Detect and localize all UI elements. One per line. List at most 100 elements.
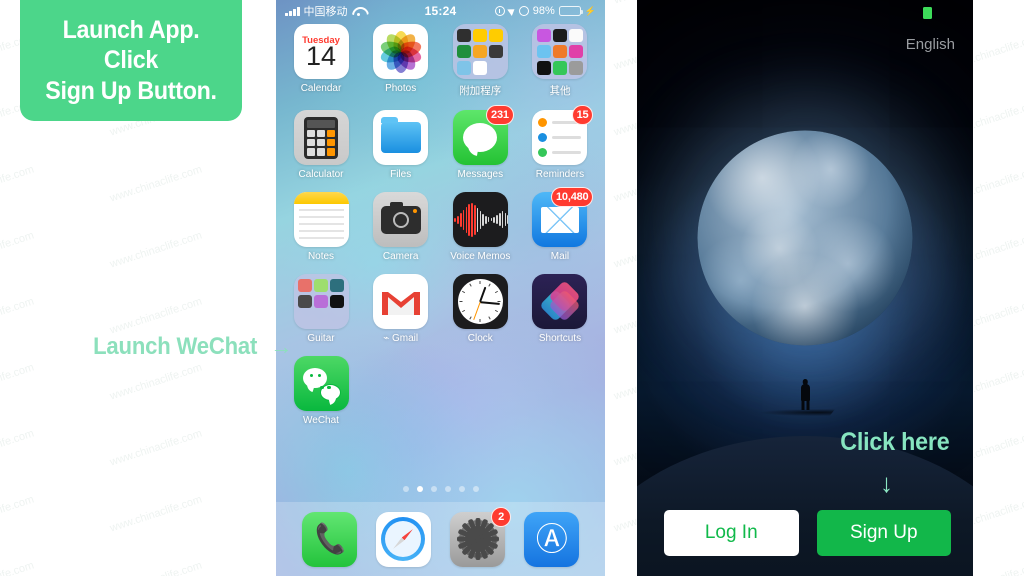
app-label: 附加程序 [459, 85, 502, 97]
app-label: Clock [467, 333, 493, 344]
app-clock[interactable]: Clock [449, 274, 511, 344]
sign-up-button[interactable]: Sign Up [816, 510, 951, 556]
person-shadow [757, 409, 836, 416]
watermark-text: www.chinaclife.com [108, 163, 204, 205]
app-folder-others[interactable]: 其他 [529, 24, 591, 98]
app-calendar[interactable]: Tuesday 14 Calendar [290, 24, 352, 98]
app-folder-extras[interactable]: 附加程序 [449, 24, 511, 98]
page-dot[interactable] [472, 486, 479, 492]
app-calculator[interactable]: Calculator [290, 110, 352, 180]
app-label: Camera [382, 251, 419, 262]
watermark-text: www.chinaclife.com [0, 559, 35, 576]
watermark-text: www.chinaclife.com [0, 493, 36, 535]
app-welcome-screen: English Click here ↓ Log In Sign Up [637, 0, 973, 576]
instruction-callout: Launch App. Click Sign Up Button. [20, 0, 242, 121]
app-messages[interactable]: 231 Messages [449, 105, 514, 180]
page-dot[interactable] [444, 486, 451, 492]
notes-icon [293, 192, 349, 247]
app-label: Messages [457, 169, 504, 180]
folder-icon [452, 24, 508, 79]
files-icon [373, 110, 429, 165]
right-arrow-icon: → [270, 334, 293, 359]
launch-wechat-annotation: Launch WeChat → [86, 333, 292, 361]
page-indicator-dots[interactable] [276, 486, 605, 492]
app-label: Notes [307, 251, 335, 262]
alarm-clock-icon [518, 6, 529, 16]
app-label: Voice Memos [450, 251, 511, 262]
app-reminders[interactable]: 15 Reminders [529, 105, 594, 180]
dock-app-settings[interactable]: 2 [450, 506, 512, 567]
instruction-line-1: Launch App. Click [62, 15, 200, 75]
watermark-text: www.chinaclife.com [108, 559, 203, 576]
dock-app-safari[interactable] [375, 511, 431, 567]
clock-icon [452, 274, 508, 329]
app-files[interactable]: Files [370, 110, 432, 180]
battery-icon [558, 6, 583, 16]
app-label: Mail [550, 251, 570, 262]
watermark-text: www.chinaclife.com [108, 493, 204, 535]
app-row: Notes Camera Voice Memos 10,480 Mail [290, 187, 594, 262]
click-here-annotation: Click here [840, 428, 950, 456]
app-store-icon: Ⓐ [524, 511, 580, 567]
watermark-text: www.chinaclife.com [108, 229, 204, 271]
app-label: Guitar [307, 333, 335, 344]
phone-home-screen: 中国移动 15:24 98% ⚡ Tuesday 14 Calendar Pho… [276, 0, 605, 576]
folder-icon [293, 274, 349, 329]
shortcuts-icon [532, 274, 588, 329]
page-dot[interactable] [416, 486, 423, 492]
watermark-text: www.chinaclife.com [108, 427, 204, 469]
dock-app-phone[interactable]: 📞 [301, 511, 357, 567]
auth-button-row: Log In Sign Up [664, 510, 951, 556]
voice-memos-icon [452, 192, 508, 247]
down-arrow-icon: ↓ [880, 468, 893, 498]
app-mail[interactable]: 10,480 Mail [529, 187, 594, 262]
app-grid: Tuesday 14 Calendar Photos 附加程序 其他 Calcu… [276, 24, 605, 438]
app-label-text: Gmail [392, 333, 419, 344]
gmail-glyph [381, 291, 420, 315]
app-label: ⌁ Gmail [383, 333, 418, 344]
app-label: Reminders [535, 169, 585, 180]
badge-count: 10,480 [551, 187, 594, 207]
watermark-text: www.chinaclife.com [0, 427, 36, 469]
app-label: Calculator [298, 169, 344, 180]
app-camera[interactable]: Camera [370, 192, 432, 262]
app-empty-slot [529, 356, 591, 426]
page-dot[interactable] [458, 486, 465, 492]
folder-icon [532, 24, 588, 79]
watermark-text: www.chinaclife.com [0, 361, 36, 403]
calculator-icon [293, 110, 349, 165]
badge-count: 15 [571, 105, 594, 125]
app-gmail[interactable]: ⌁ Gmail [370, 274, 432, 344]
battery-percent-label: 98% [532, 5, 555, 17]
watermark-text: www.chinaclife.com [108, 295, 204, 337]
safari-icon [375, 511, 431, 567]
badge-count: 231 [486, 105, 514, 125]
app-voice-memos[interactable]: Voice Memos [449, 192, 511, 262]
instruction-line-2: Sign Up Button. [45, 76, 217, 105]
app-label: WeChat [303, 415, 339, 426]
watermark-text: www.chinaclife.com [108, 361, 204, 403]
app-notes[interactable]: Notes [290, 192, 352, 262]
app-wechat[interactable]: WeChat [290, 356, 352, 426]
app-shortcuts[interactable]: Shortcuts [529, 274, 591, 344]
badge-count: 2 [491, 506, 512, 527]
app-photos[interactable]: Photos [370, 24, 432, 98]
log-in-button[interactable]: Log In [664, 510, 799, 556]
page-dot[interactable] [402, 486, 409, 492]
page-dot[interactable] [430, 486, 437, 492]
camera-icon [373, 192, 429, 247]
app-row: Guitar ⌁ Gmail Clock Shortcuts [290, 274, 591, 344]
launch-wechat-label: Launch WeChat [93, 333, 258, 360]
app-row: WeChat [290, 356, 591, 426]
watermark-text: www.chinaclife.com [0, 229, 36, 271]
charging-bolt-icon: ⚡ [584, 5, 596, 16]
app-folder-guitar[interactable]: Guitar [290, 274, 352, 344]
app-label: 其他 [549, 85, 571, 97]
app-empty-slot [370, 356, 432, 426]
status-bar: 中国移动 15:24 98% ⚡ [276, 0, 605, 22]
dock-app-app-store[interactable]: Ⓐ [524, 511, 580, 567]
language-selector[interactable]: English [906, 36, 955, 53]
status-indicator [923, 7, 932, 19]
rotation-lock-icon [494, 6, 505, 16]
person-silhouette [800, 379, 810, 410]
